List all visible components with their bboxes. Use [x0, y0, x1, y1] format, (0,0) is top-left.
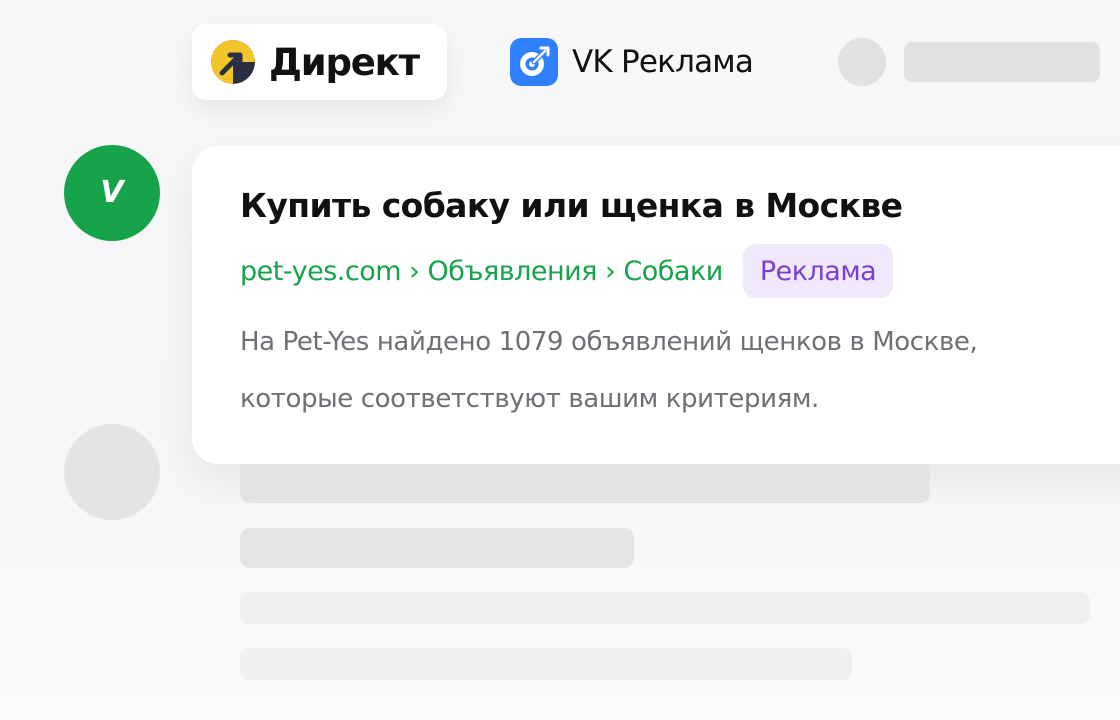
tab-yandex-direct[interactable]: Директ	[192, 24, 447, 100]
skeleton-line	[240, 528, 634, 568]
tab-vk-ads[interactable]: VK Реклама	[510, 38, 754, 86]
ad-url-row: pet-yes.com › Объявления › Собаки Реклам…	[240, 244, 894, 298]
ad-description: На Pet-Yes найдено 1079 объявлений щенко…	[240, 314, 1120, 428]
vk-ads-icon	[510, 38, 558, 86]
ad-breadcrumb-link[interactable]: pet-yes.com › Объявления › Собаки	[240, 256, 723, 287]
yandex-direct-icon	[211, 40, 255, 84]
advertiser-avatar: V	[64, 145, 160, 241]
ad-description-line: которые соответствуют вашим критериям.	[240, 384, 819, 414]
ad-result-card[interactable]: Купить собаку или щенка в Москве pet-yes…	[192, 146, 1120, 464]
ad-title-link[interactable]: Купить собаку или щенка в Москве	[240, 186, 903, 225]
tab-vk-label: VK Реклама	[572, 44, 754, 80]
advertiser-avatar-letter: V	[100, 175, 124, 210]
tab-placeholder-avatar	[838, 38, 886, 86]
placeholder-avatar	[64, 424, 160, 520]
skeleton-line	[240, 464, 930, 503]
tab-placeholder-label	[904, 42, 1100, 82]
skeleton-line	[240, 648, 852, 680]
tab-direkt-label: Директ	[269, 40, 420, 84]
ad-description-line: На Pet-Yes найдено 1079 объявлений щенко…	[240, 327, 978, 357]
ad-label-badge: Реклама	[742, 244, 894, 298]
skeleton-line	[240, 592, 1090, 624]
